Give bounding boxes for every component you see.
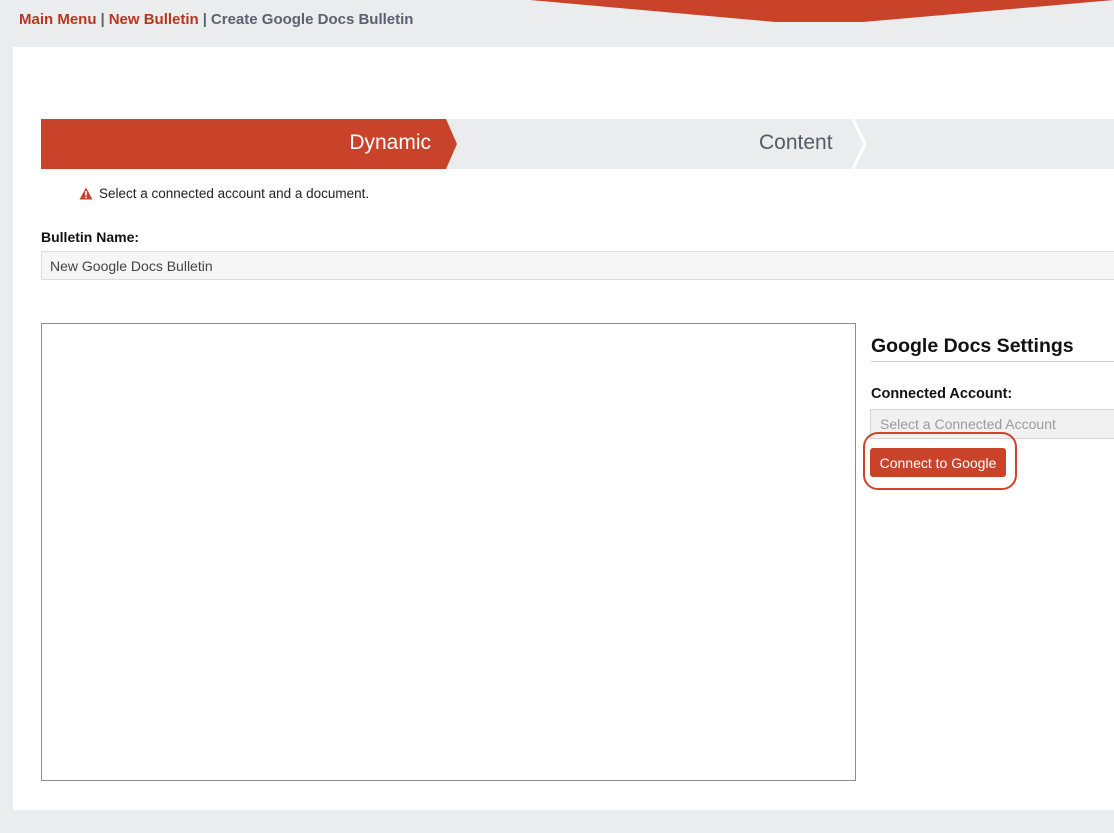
connect-to-google-button[interactable]: Connect to Google	[870, 448, 1006, 477]
connected-account-label: Connected Account:	[871, 386, 1013, 402]
warning-text: Select a connected account and a documen…	[99, 186, 370, 201]
step-wizard: Dynamic Content	[41, 119, 1114, 169]
document-preview	[41, 323, 856, 781]
step-content[interactable]: Content	[759, 131, 833, 155]
main-panel: Dynamic Content Select a connected accou…	[13, 47, 1114, 810]
settings-divider	[871, 361, 1114, 362]
bulletin-name-input[interactable]	[41, 251, 1114, 280]
bulletin-name-label: Bulletin Name:	[41, 229, 140, 245]
step-dynamic[interactable]: Dynamic	[41, 119, 457, 169]
validation-warning: Select a connected account and a documen…	[79, 186, 369, 201]
breadcrumb: Main Menu | New Bulletin | Create Google Doc…	[19, 11, 413, 28]
breadcrumb-separator: |	[100, 11, 105, 28]
breadcrumb-current: Create Google Docs Bulletin	[210, 11, 414, 28]
step-dynamic-label: Dynamic	[349, 131, 431, 154]
breadcrumb-main-menu[interactable]: Main Menu	[19, 11, 97, 28]
breadcrumb-separator: |	[202, 11, 207, 28]
warning-icon	[79, 187, 93, 200]
settings-title: Google Docs Settings	[871, 335, 1074, 357]
breadcrumb-new-bulletin[interactable]: New Bulletin	[109, 11, 199, 28]
top-banner	[530, 0, 1114, 22]
step-divider-arrow	[852, 119, 868, 169]
